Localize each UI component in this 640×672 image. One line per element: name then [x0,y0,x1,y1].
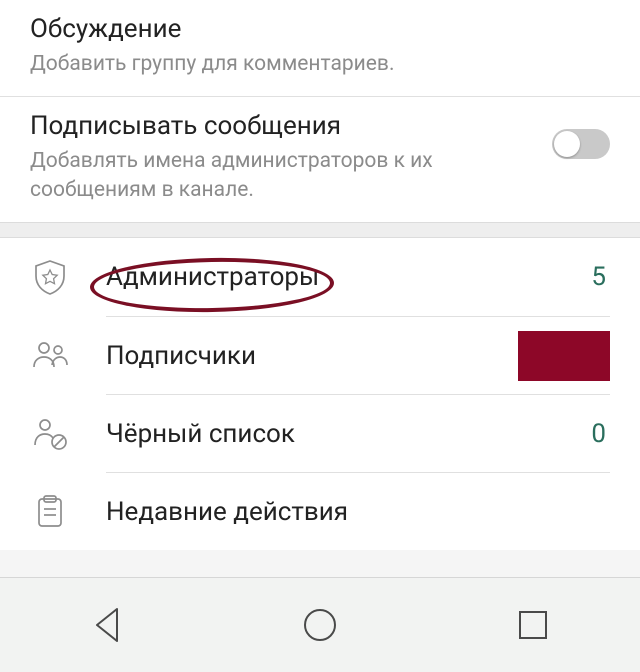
nav-home-button[interactable] [292,598,347,653]
administrators-label: Администраторы [106,262,319,292]
sign-messages-row[interactable]: Подписывать сообщения Добавлять имена ад… [0,96,640,222]
discussion-row[interactable]: Обсуждение Добавить группу для комментар… [0,0,640,96]
subscribers-label: Подписчики [106,341,256,371]
person-blocked-icon [30,413,106,453]
people-icon [30,335,106,375]
recent-actions-row[interactable]: Недавние действия [0,472,640,550]
discussion-title: Обсуждение [30,14,610,44]
administrators-count: 5 [591,262,610,292]
administrators-row[interactable]: Администраторы 5 [0,238,640,316]
android-nav-bar [0,577,640,672]
blacklist-count: 0 [591,419,610,449]
nav-back-button[interactable] [79,598,134,653]
section-divider [0,222,640,238]
sign-messages-toggle[interactable] [552,129,610,159]
recent-actions-label: Недавние действия [106,497,348,527]
blacklist-label: Чёрный список [106,419,295,449]
sign-messages-title: Подписывать сообщения [30,111,540,141]
shield-star-icon [30,257,106,297]
discussion-subtitle: Добавить группу для комментариев. [30,50,610,78]
blacklist-row[interactable]: Чёрный список 0 [0,394,640,472]
channel-settings-section: Обсуждение Добавить группу для комментар… [0,0,640,222]
nav-recent-button[interactable] [506,598,561,653]
clipboard-icon [30,491,106,531]
subscribers-count-redacted [518,331,610,381]
subscribers-row[interactable]: Подписчики [0,316,640,394]
members-section: Администраторы 5 Подписчики Чёрный списо… [0,238,640,550]
sign-messages-subtitle: Добавлять имена администраторов к их соо… [30,147,540,204]
